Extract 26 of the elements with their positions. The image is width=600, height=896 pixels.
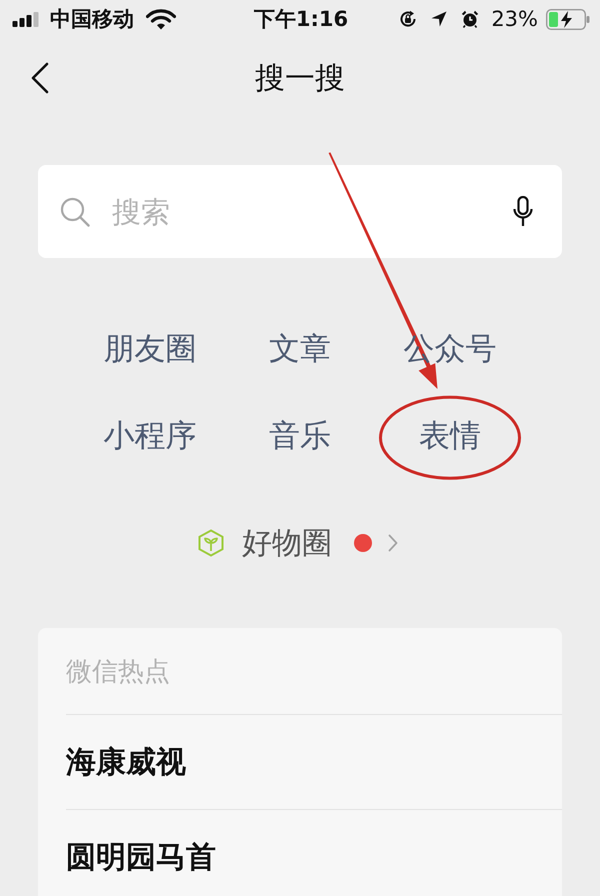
search-bar[interactable]: 搜索 — [38, 165, 562, 258]
battery-icon — [546, 8, 590, 30]
wifi-icon — [146, 8, 176, 30]
battery-percent: 23% — [491, 7, 538, 31]
hot-topic-link[interactable]: 圆明园马首 — [66, 836, 216, 878]
search-icon — [60, 196, 90, 226]
back-icon — [31, 62, 49, 94]
search-input[interactable]: 搜索 — [112, 192, 491, 232]
carrier-name: 中国移动 — [50, 6, 134, 33]
hot-topic-link[interactable]: 海康威视 — [66, 742, 186, 782]
section-header: 微信热点 — [66, 656, 170, 688]
page-title: 搜一搜 — [255, 60, 345, 98]
featured-link[interactable]: 好物圈 — [242, 522, 332, 564]
status-time: 下午1:16 — [254, 6, 348, 33]
signal-icon — [12, 12, 40, 26]
location-arrow-icon — [431, 11, 448, 27]
category-link[interactable]: 音乐 — [269, 414, 331, 456]
back-button[interactable] — [30, 61, 50, 95]
chevron-right-icon — [388, 534, 398, 552]
microphone-icon[interactable] — [513, 196, 533, 227]
category-link[interactable]: 朋友圈 — [104, 328, 196, 370]
cube-sprout-icon — [198, 529, 224, 557]
category-link[interactable]: 文章 — [269, 328, 331, 370]
rotation-lock-icon — [399, 10, 418, 28]
category-link[interactable]: 小程序 — [104, 414, 196, 456]
alarm-clock-icon — [461, 10, 480, 28]
